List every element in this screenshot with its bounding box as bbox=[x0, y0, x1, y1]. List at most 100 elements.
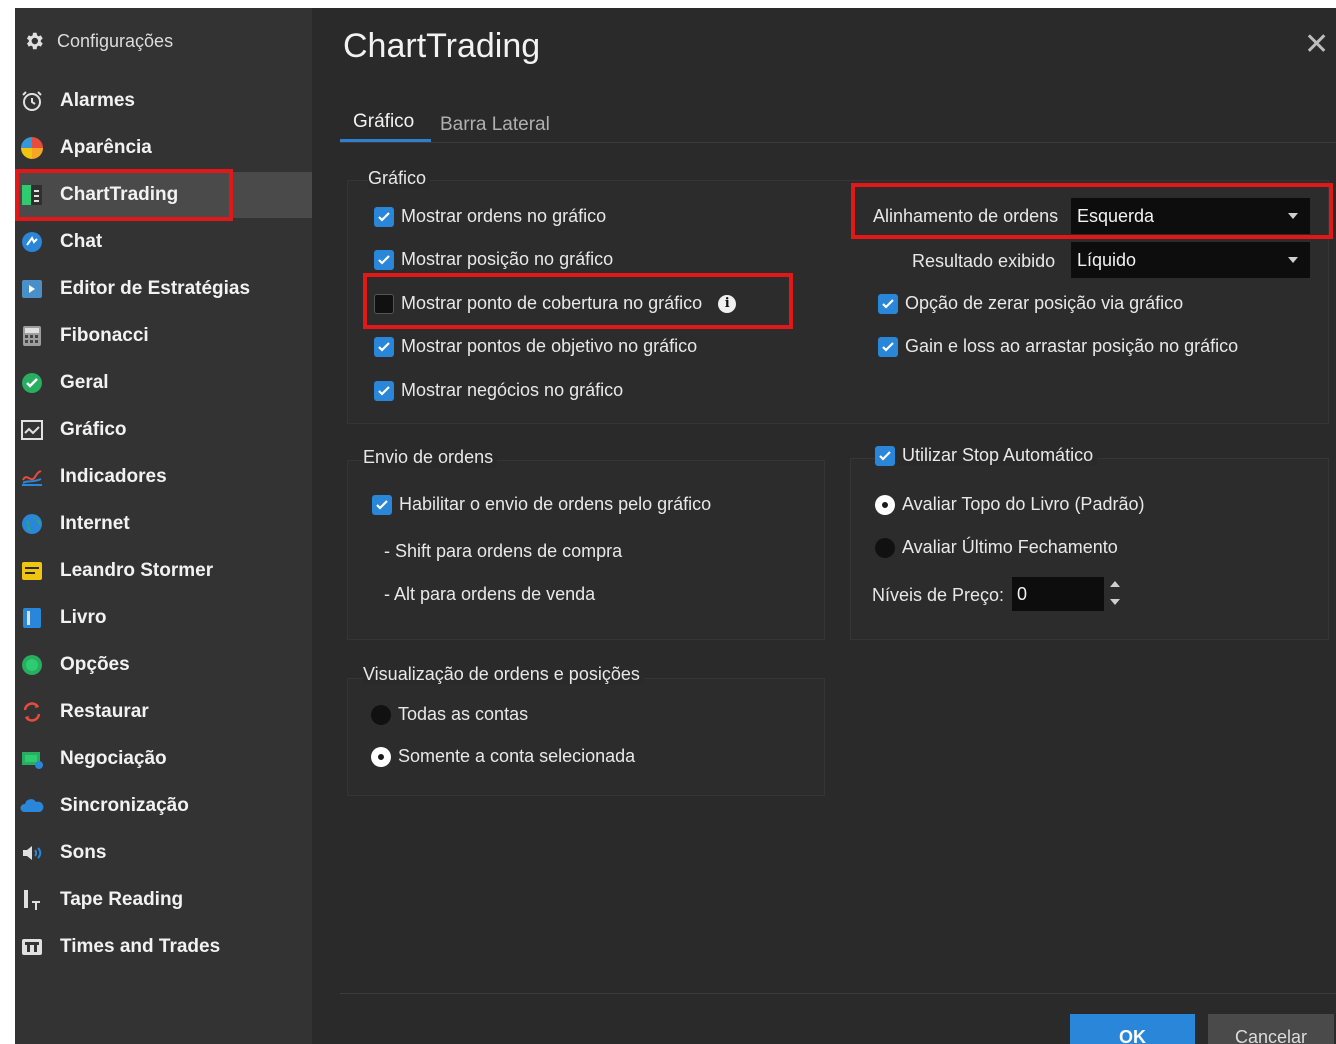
checkbox-label: Mostrar pontos de objetivo no gráfico bbox=[401, 336, 698, 356]
price-levels-input[interactable]: 0 bbox=[1012, 577, 1104, 611]
checkbox-label: Mostrar negócios no gráfico bbox=[401, 380, 624, 400]
checkbox-label: Habilitar o envio de ordens pelo gráfico bbox=[399, 494, 712, 514]
sidebar-item-label: Times and Trades bbox=[60, 936, 221, 957]
checkbox-checked-icon bbox=[374, 380, 394, 401]
checkbox-checked-icon bbox=[374, 336, 394, 357]
show-coverage-point-checkbox[interactable]: Mostrar ponto de cobertura no gráfico i bbox=[374, 293, 737, 314]
niveis-label: Níveis de Preço: bbox=[872, 585, 1005, 605]
sidebar-item-charttrading[interactable]: ChartTrading bbox=[15, 172, 312, 218]
checkbox-label: Mostrar posição no gráfico bbox=[401, 249, 614, 269]
radio-top-of-book[interactable]: Avaliar Topo do Livro (Padrão) bbox=[875, 494, 1144, 515]
radio-all-accounts[interactable]: Todas as contas bbox=[371, 704, 528, 725]
show-trades-checkbox[interactable]: Mostrar negócios no gráfico bbox=[374, 380, 623, 401]
sidebar-item-label: Alarmes bbox=[60, 90, 135, 111]
tape-reading-icon bbox=[19, 887, 45, 913]
sidebar-item-label: Indicadores bbox=[60, 466, 167, 487]
sidebar-item-label: Restaurar bbox=[60, 701, 149, 722]
ok-button[interactable]: OK bbox=[1070, 1014, 1195, 1044]
sidebar-item-tape-reading[interactable]: Tape Reading bbox=[15, 877, 312, 923]
resultado-select[interactable]: Líquido bbox=[1071, 242, 1310, 278]
settings-sidebar: Configurações Alarmes Aparência ChartTra… bbox=[15, 8, 312, 1044]
sidebar-item-aparencia[interactable]: Aparência bbox=[15, 125, 312, 171]
close-icon[interactable]: ✕ bbox=[1304, 30, 1329, 60]
user-plugin-icon bbox=[19, 558, 45, 584]
show-target-points-checkbox[interactable]: Mostrar pontos de objetivo no gráfico bbox=[374, 336, 697, 357]
sidebar-item-editor-estrategias[interactable]: Editor de Estratégias bbox=[15, 266, 312, 312]
checkbox-unchecked-icon bbox=[374, 293, 394, 314]
sidebar-item-times-and-trades[interactable]: Times and Trades bbox=[15, 924, 312, 970]
radio-last-close[interactable]: Avaliar Último Fechamento bbox=[875, 537, 1118, 558]
input-value: 0 bbox=[1017, 583, 1028, 604]
chevron-down-icon bbox=[1288, 213, 1298, 219]
appearance-icon bbox=[19, 135, 45, 161]
sidebar-item-sincronizacao[interactable]: Sincronização bbox=[15, 783, 312, 829]
sidebar-item-geral[interactable]: Geral bbox=[15, 360, 312, 406]
sidebar-item-label: Fibonacci bbox=[60, 325, 149, 346]
sidebar-item-fibonacci[interactable]: Fibonacci bbox=[15, 313, 312, 359]
radio-selected-account[interactable]: Somente a conta selecionada bbox=[371, 746, 635, 767]
strategy-editor-icon bbox=[19, 276, 45, 302]
checkbox-label: Mostrar ordens no gráfico bbox=[401, 206, 607, 226]
chart-icon bbox=[19, 417, 45, 443]
visual-group bbox=[347, 678, 825, 796]
sidebar-item-sons[interactable]: Sons bbox=[15, 830, 312, 876]
sidebar-item-label: Aparência bbox=[60, 137, 152, 158]
checkbox-label: Utilizar Stop Automático bbox=[902, 445, 1094, 465]
sidebar-item-label: ChartTrading bbox=[60, 184, 179, 205]
general-icon bbox=[19, 370, 45, 396]
checkbox-label: Gain e loss ao arrastar posição no gráfi… bbox=[905, 336, 1239, 356]
sidebar-item-label: Chat bbox=[60, 231, 103, 252]
sidebar-item-alarmes[interactable]: Alarmes bbox=[15, 78, 312, 124]
info-icon[interactable]: i bbox=[718, 294, 737, 313]
times-trades-icon bbox=[19, 934, 45, 960]
zero-position-checkbox[interactable]: Opção de zerar posição via gráfico bbox=[878, 293, 1183, 314]
tab-barra-lateral[interactable]: Barra Lateral bbox=[440, 114, 550, 136]
checkbox-label: Opção de zerar posição via gráfico bbox=[905, 293, 1184, 313]
alarm-icon bbox=[19, 88, 45, 114]
cancel-button[interactable]: Cancelar bbox=[1208, 1014, 1334, 1044]
sidebar-item-indicadores[interactable]: Indicadores bbox=[15, 454, 312, 500]
alinhamento-select[interactable]: Esquerda bbox=[1071, 198, 1310, 234]
gear-icon bbox=[23, 30, 45, 52]
show-orders-checkbox[interactable]: Mostrar ordens no gráfico bbox=[374, 206, 606, 227]
chat-icon bbox=[19, 229, 45, 255]
sidebar-item-grafico[interactable]: Gráfico bbox=[15, 407, 312, 453]
sidebar-item-internet[interactable]: Internet bbox=[15, 501, 312, 547]
footer-divider bbox=[340, 993, 1336, 994]
resultado-label: Resultado exibido bbox=[912, 251, 1056, 271]
options-icon bbox=[19, 652, 45, 678]
chevron-up-icon[interactable] bbox=[1110, 581, 1120, 587]
settings-dialog: Configurações Alarmes Aparência ChartTra… bbox=[15, 8, 1336, 1044]
sidebar-header-label: Configurações bbox=[57, 30, 174, 51]
sidebar-item-label: Internet bbox=[60, 513, 130, 534]
sidebar-item-opcoes[interactable]: Opções bbox=[15, 642, 312, 688]
sync-icon bbox=[19, 793, 45, 819]
sidebar-item-label: Sincronização bbox=[60, 795, 189, 816]
select-value: Líquido bbox=[1077, 249, 1137, 270]
chevron-down-icon[interactable] bbox=[1110, 599, 1120, 605]
chevron-down-icon bbox=[1288, 257, 1298, 263]
sidebar-item-label: Opções bbox=[60, 654, 130, 675]
checkbox-checked-icon bbox=[374, 206, 394, 227]
tab-grafico[interactable]: Gráfico bbox=[353, 111, 414, 133]
active-tab-indicator bbox=[340, 139, 431, 142]
enable-chart-orders-checkbox[interactable]: Habilitar o envio de ordens pelo gráfico bbox=[372, 494, 711, 515]
radio-selected-icon bbox=[371, 746, 391, 767]
visual-group-legend: Visualização de ordens e posições bbox=[363, 664, 644, 685]
gain-loss-drag-checkbox[interactable]: Gain e loss ao arrastar posição no gráfi… bbox=[878, 336, 1238, 357]
price-levels-stepper[interactable] bbox=[1108, 577, 1122, 611]
sidebar-item-negociacao[interactable]: Negociação bbox=[15, 736, 312, 782]
sidebar-item-chat[interactable]: Chat bbox=[15, 219, 312, 265]
sidebar-item-label: Editor de Estratégias bbox=[60, 278, 251, 299]
fibonacci-icon bbox=[19, 323, 45, 349]
auto-stop-checkbox[interactable]: Utilizar Stop Automático bbox=[875, 445, 1098, 466]
charttrading-icon bbox=[19, 182, 45, 208]
show-position-checkbox[interactable]: Mostrar posição no gráfico bbox=[374, 249, 613, 270]
sidebar-item-leandro-stormer[interactable]: Leandro Stormer bbox=[15, 548, 312, 594]
sidebar-item-livro[interactable]: Livro bbox=[15, 595, 312, 641]
alt-hint: - Alt para ordens de venda bbox=[384, 584, 596, 604]
sidebar-item-label: Tape Reading bbox=[60, 889, 184, 910]
envio-group-legend: Envio de ordens bbox=[363, 447, 498, 468]
alinhamento-label: Alinhamento de ordens bbox=[873, 206, 1059, 226]
sidebar-item-restaurar[interactable]: Restaurar bbox=[15, 689, 312, 735]
